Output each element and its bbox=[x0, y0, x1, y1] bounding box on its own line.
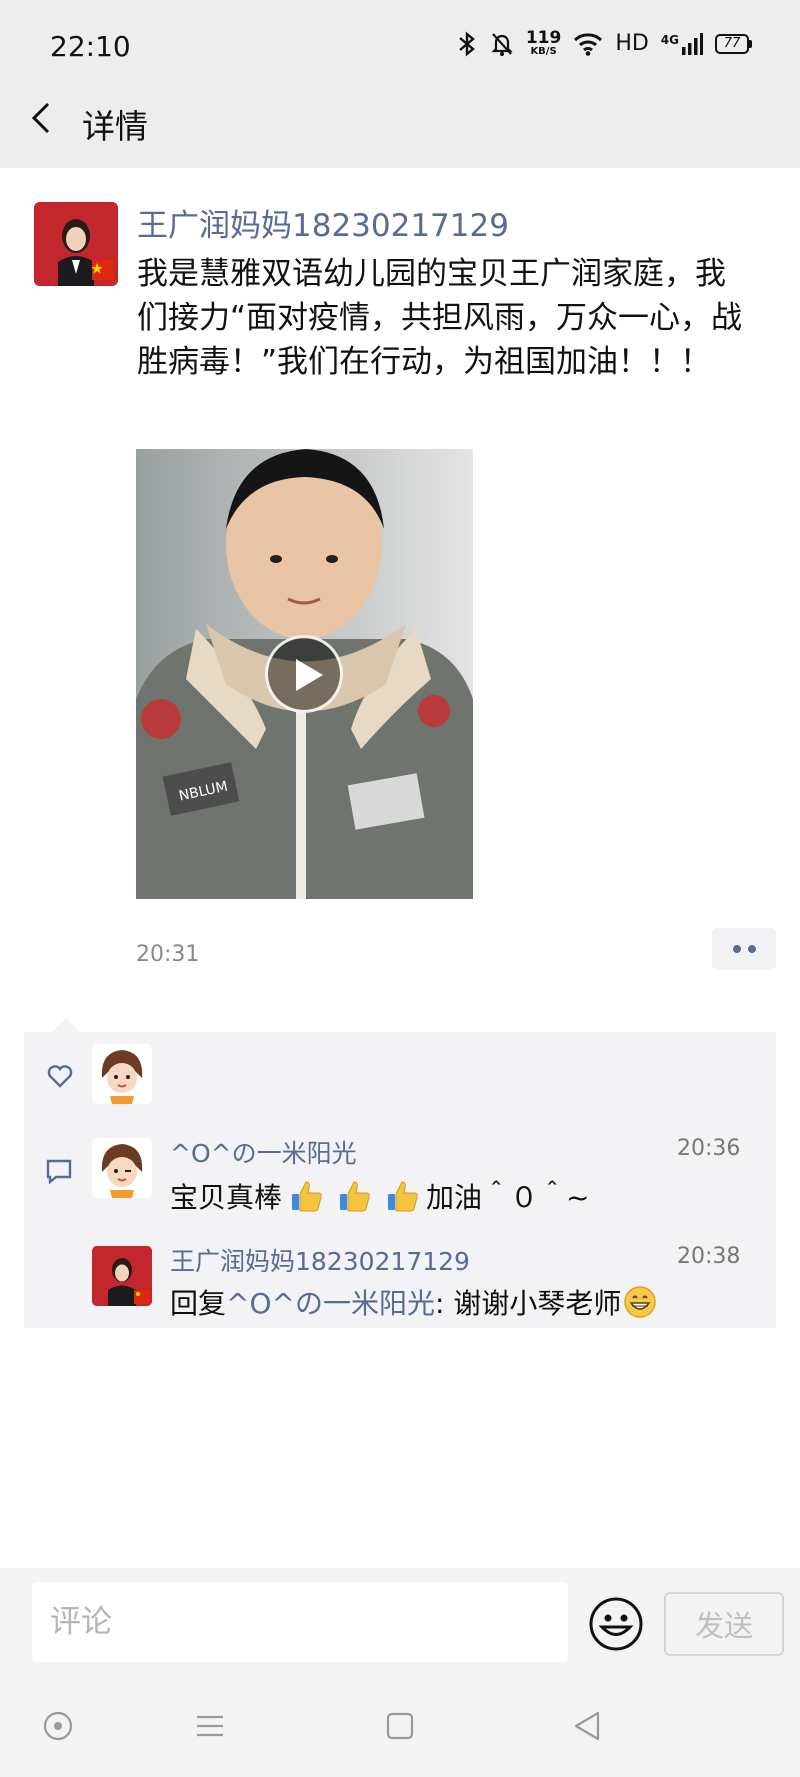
commenter-name[interactable]: ^O^の一米阳光 bbox=[170, 1134, 357, 1170]
author-avatar[interactable] bbox=[34, 202, 118, 286]
wifi-icon bbox=[574, 32, 603, 56]
comment-input-bar: 发送 bbox=[0, 1568, 800, 1678]
comment-icon bbox=[46, 1159, 72, 1185]
post-text: 我是慧雅双语幼儿园的宝贝王广润家庭，我们接力“面对疫情，共担风雨，万众一心，战胜… bbox=[137, 256, 743, 380]
network-type: 4G bbox=[661, 32, 703, 55]
commenter-avatar[interactable] bbox=[92, 1246, 152, 1306]
thumbs-up-emoji bbox=[388, 1181, 418, 1212]
comment-text-before: 宝贝真棒 bbox=[170, 1181, 283, 1214]
commenter-name[interactable]: 王广润妈妈18230217129 bbox=[170, 1242, 470, 1278]
hd-indicator: HD bbox=[615, 31, 649, 56]
signal-icon bbox=[682, 32, 703, 55]
reply-text: : 谢谢小琴老师 bbox=[434, 1287, 622, 1320]
comment-time: 20:38 bbox=[677, 1244, 741, 1269]
liker-avatar[interactable] bbox=[92, 1044, 152, 1104]
network-speed: 119 KB/S bbox=[526, 30, 562, 57]
comment-text-after: 加油＾０＾~ bbox=[426, 1181, 590, 1214]
back-arrow-icon[interactable] bbox=[28, 100, 54, 136]
comment-input[interactable] bbox=[32, 1582, 568, 1662]
commenter-avatar[interactable] bbox=[92, 1138, 152, 1198]
home-nav-icon[interactable] bbox=[382, 1708, 418, 1744]
more-options-button[interactable] bbox=[712, 928, 776, 970]
battery-icon: 77 bbox=[715, 33, 752, 54]
reply-to-name[interactable]: ^O^の一米阳光 bbox=[226, 1282, 435, 1322]
mute-bell-icon bbox=[491, 32, 513, 56]
interaction-panel: ^O^の一米阳光 20:36 宝贝真棒 加油＾０＾~ 王广润妈妈18230217… bbox=[24, 1018, 776, 1328]
thumbs-up-emoji bbox=[292, 1181, 322, 1212]
speed-unit: KB/S bbox=[530, 46, 557, 57]
bluetooth-icon bbox=[459, 30, 475, 57]
thumbs-up-emoji bbox=[340, 1181, 370, 1212]
heart-icon bbox=[47, 1065, 73, 1088]
status-icons: 119 KB/S HD 4G 77 bbox=[456, 30, 752, 57]
play-icon[interactable] bbox=[265, 635, 343, 713]
video-thumbnail[interactable]: NBLUM bbox=[136, 449, 473, 899]
emoji-icon[interactable] bbox=[588, 1596, 644, 1652]
grin-emoji bbox=[624, 1286, 657, 1318]
page-title: 详情 bbox=[82, 107, 148, 146]
send-button[interactable]: 发送 bbox=[664, 1592, 784, 1656]
menu-nav-icon[interactable] bbox=[192, 1708, 228, 1744]
assistant-nav-icon[interactable] bbox=[40, 1708, 76, 1744]
speed-value: 119 bbox=[525, 28, 562, 48]
top-bar: 22:10 119 KB/S HD 4G 77 详情 bbox=[0, 0, 800, 168]
status-time: 22:10 bbox=[50, 30, 131, 63]
back-nav-icon[interactable] bbox=[570, 1708, 606, 1744]
system-nav-bar bbox=[0, 1678, 800, 1777]
comment-time: 20:36 bbox=[677, 1136, 741, 1161]
post-time: 20:31 bbox=[136, 942, 200, 967]
comment-text: 宝贝真棒 加油＾０＾~ bbox=[170, 1176, 589, 1216]
reply-prefix: 回复 bbox=[170, 1287, 227, 1320]
post-author[interactable]: 王广润妈妈18230217129 bbox=[137, 200, 509, 245]
battery-level: 77 bbox=[715, 33, 749, 54]
comment-text: 回复 ^O^の一米阳光 : 谢谢小琴老师 bbox=[170, 1282, 657, 1322]
